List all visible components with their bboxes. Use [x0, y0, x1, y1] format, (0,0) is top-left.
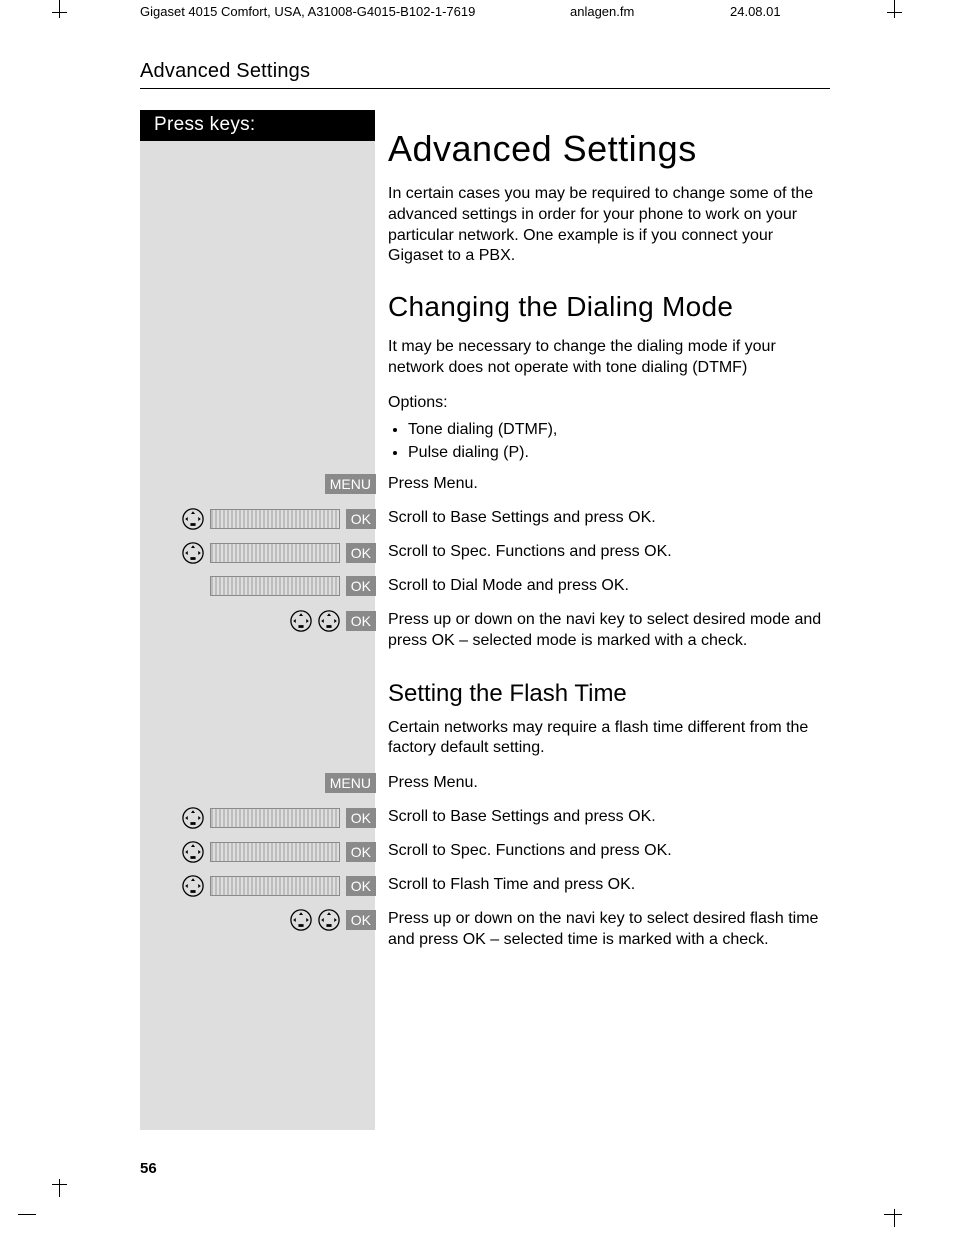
- step-icons: OK: [150, 610, 382, 632]
- step-icons: OK: [150, 875, 382, 897]
- doc-date: 24.08.01: [730, 4, 781, 19]
- option-item: Pulse dialing (P).: [408, 441, 828, 464]
- step-text: Scroll to Dial Mode and press OK.: [382, 576, 828, 597]
- lcd-placeholder-icon: [210, 509, 340, 529]
- step-text: Scroll to Base Settings and press OK.: [382, 508, 828, 529]
- navi-key-icon: [182, 875, 204, 897]
- step-row: OK Scroll to Flash Time and press OK.: [388, 875, 828, 903]
- options-list: Tone dialing (DTMF), Pulse dialing (P).: [388, 418, 828, 464]
- menu-badge: MENU: [325, 773, 376, 793]
- ok-badge: OK: [346, 808, 376, 828]
- lcd-placeholder-icon: [210, 876, 340, 896]
- page-number: 56: [140, 1160, 157, 1177]
- step-row: OK Scroll to Base Settings and press OK.: [388, 807, 828, 835]
- ok-badge: OK: [346, 509, 376, 529]
- lcd-placeholder-icon: [210, 842, 340, 862]
- running-rule: [140, 88, 830, 89]
- ok-badge: OK: [346, 876, 376, 896]
- navi-key-icon: [182, 508, 204, 530]
- step-icons: OK: [150, 841, 382, 863]
- navi-key-icon: [290, 610, 312, 632]
- step-row: OK Scroll to Dial Mode and press OK.: [388, 576, 828, 604]
- main-content: Advanced Settings In certain cases you m…: [388, 128, 828, 957]
- step-text: Scroll to Flash Time and press OK.: [382, 875, 828, 896]
- step-text: Press Menu.: [382, 474, 828, 495]
- step-icons: OK: [150, 542, 382, 564]
- navi-key-icon: [182, 841, 204, 863]
- step-icons: OK: [150, 909, 382, 931]
- ok-badge: OK: [346, 576, 376, 596]
- navi-key-icon: [318, 909, 340, 931]
- step-row: OK Press up or down on the navi key to s…: [388, 610, 828, 652]
- lcd-placeholder-icon: [210, 576, 340, 596]
- menu-badge: MENU: [325, 474, 376, 494]
- step-text: Scroll to Spec. Functions and press OK.: [382, 542, 828, 563]
- step-text: Press up or down on the navi key to sele…: [382, 610, 828, 652]
- section1-para: It may be necessary to change the dialin…: [388, 337, 828, 379]
- navi-key-icon: [182, 807, 204, 829]
- step-icons: OK: [150, 807, 382, 829]
- step-row: MENU Press Menu.: [388, 474, 828, 502]
- step-row: OK Scroll to Base Settings and press OK.: [388, 508, 828, 536]
- step-icons: OK: [150, 576, 382, 596]
- ok-badge: OK: [346, 842, 376, 862]
- step-text: Scroll to Spec. Functions and press OK.: [382, 841, 828, 862]
- running-head: Advanced Settings: [140, 60, 310, 83]
- section2-para: Certain networks may require a flash tim…: [388, 718, 828, 760]
- page-title: Advanced Settings: [388, 128, 828, 170]
- step-text: Press up or down on the navi key to sele…: [382, 909, 828, 951]
- lcd-placeholder-icon: [210, 543, 340, 563]
- section-title-dialing-mode: Changing the Dialing Mode: [388, 291, 828, 323]
- step-row: MENU Press Menu.: [388, 773, 828, 801]
- ok-badge: OK: [346, 611, 376, 631]
- step-text: Press Menu.: [382, 773, 828, 794]
- sidebar-title: Press keys:: [140, 110, 375, 141]
- lcd-placeholder-icon: [210, 808, 340, 828]
- step-row: OK Scroll to Spec. Functions and press O…: [388, 841, 828, 869]
- step-row: OK Scroll to Spec. Functions and press O…: [388, 542, 828, 570]
- ok-badge: OK: [346, 543, 376, 563]
- step-icons: MENU: [150, 773, 382, 793]
- doc-id: Gigaset 4015 Comfort, USA, A31008-G4015-…: [140, 4, 475, 19]
- navi-key-icon: [318, 610, 340, 632]
- option-item: Tone dialing (DTMF),: [408, 418, 828, 441]
- options-label: Options:: [388, 393, 828, 414]
- step-text: Scroll to Base Settings and press OK.: [382, 807, 828, 828]
- step-icons: OK: [150, 508, 382, 530]
- step-icons: MENU: [150, 474, 382, 494]
- doc-file: anlagen.fm: [570, 4, 634, 19]
- ok-badge: OK: [346, 910, 376, 930]
- navi-key-icon: [290, 909, 312, 931]
- intro-paragraph: In certain cases you may be required to …: [388, 184, 828, 267]
- navi-key-icon: [182, 542, 204, 564]
- step-row: OK Press up or down on the navi key to s…: [388, 909, 828, 951]
- section-title-flash-time: Setting the Flash Time: [388, 680, 828, 708]
